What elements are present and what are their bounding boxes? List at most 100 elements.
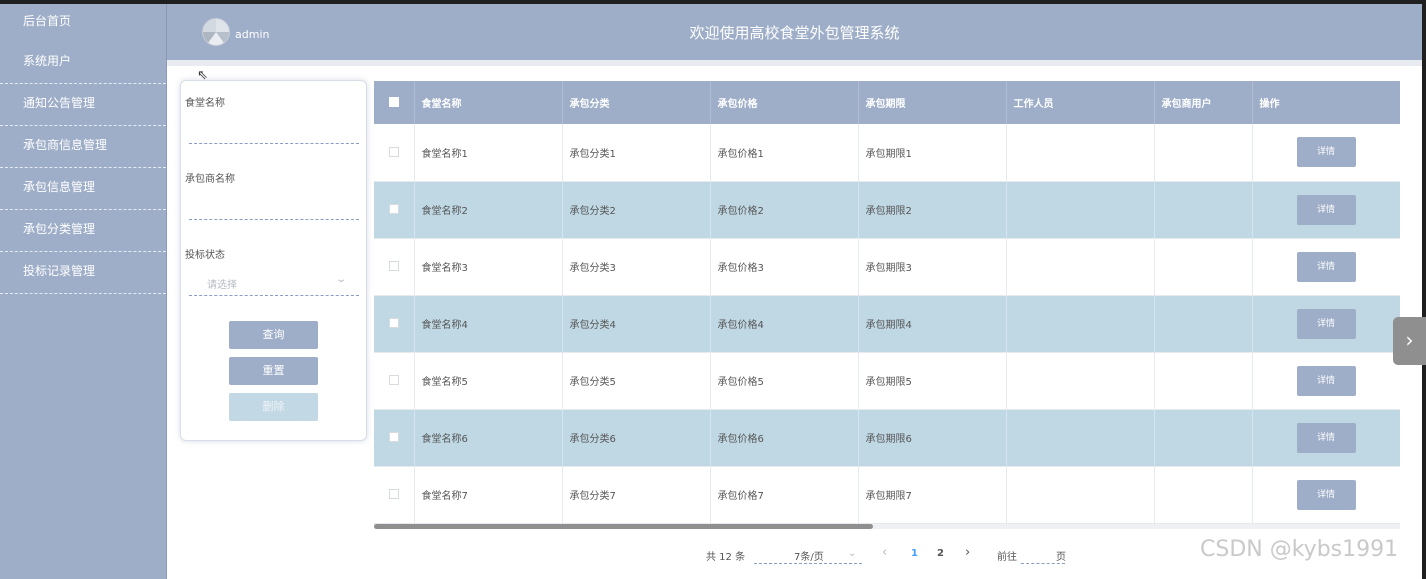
cell: 食堂名称5: [414, 352, 563, 410]
detail-button[interactable]: 详情: [1296, 194, 1356, 225]
cell: 承包分类1: [562, 124, 711, 182]
cell: [1006, 181, 1155, 239]
cell: 食堂名称6: [414, 409, 563, 467]
cell: 承包价格6: [710, 409, 859, 467]
sidebar-item-notice[interactable]: 通知公告管理: [0, 84, 166, 126]
column-header: 承包价格: [710, 81, 859, 124]
page-number-current[interactable]: 1: [911, 548, 918, 559]
query-button[interactable]: 查询: [229, 321, 318, 349]
cell: 承包价格5: [710, 352, 859, 410]
search-panel: 食堂名称 承包商名称 投标状态 请选择 ⌄ 查询 重置 删除: [180, 80, 367, 441]
cell: [1154, 352, 1253, 410]
cell: [1006, 352, 1155, 410]
column-header: 承包商用户: [1154, 81, 1253, 124]
row-checkbox[interactable]: [374, 466, 415, 524]
column-header: 工作人员: [1006, 81, 1155, 124]
cell: 食堂名称4: [414, 295, 563, 353]
cell: [1154, 238, 1253, 296]
detail-button[interactable]: 详情: [1296, 422, 1356, 453]
cell: 承包分类7: [562, 466, 711, 524]
watermark: CSDN @kybs1991: [1200, 537, 1399, 562]
table-row: 食堂名称5 承包分类5 承包价格5 承包期限5 详情: [374, 352, 1400, 410]
sidebar-item-contractor-info[interactable]: 承包商信息管理: [0, 126, 166, 168]
cell: 食堂名称2: [414, 181, 563, 239]
table-row: 食堂名称1 承包分类1 承包价格1 承包期限1 详情: [374, 124, 1400, 182]
cell: [1006, 238, 1155, 296]
page-size-value[interactable]: 7条/页: [794, 548, 824, 563]
cell: [1154, 295, 1253, 353]
cell: 承包分类2: [562, 181, 711, 239]
page-number[interactable]: 2: [937, 548, 944, 559]
cell: [1154, 466, 1253, 524]
reset-button[interactable]: 重置: [229, 357, 318, 385]
goto-suffix: 页: [1056, 552, 1066, 563]
detail-button[interactable]: 详情: [1296, 308, 1356, 339]
sidebar-item-home[interactable]: 后台首页: [0, 4, 166, 42]
column-header: 承包分类: [562, 81, 711, 124]
cell: 承包价格1: [710, 124, 859, 182]
actions-cell: 详情: [1252, 295, 1400, 353]
table-row: 食堂名称2 承包分类2 承包价格2 承包期限2 详情: [374, 181, 1400, 239]
cell: 食堂名称7: [414, 466, 563, 524]
contractor-name-input[interactable]: [189, 219, 359, 220]
detail-button[interactable]: 详情: [1296, 365, 1356, 396]
app-window: 后台首页 系统用户 通知公告管理 承包商信息管理 承包信息管理 承包分类管理 投…: [0, 0, 1426, 579]
checkbox-icon[interactable]: [388, 146, 399, 157]
cell: [1154, 124, 1253, 182]
cell: [1006, 466, 1155, 524]
cell: [1154, 181, 1253, 239]
detail-button[interactable]: 详情: [1296, 479, 1356, 510]
goto-label: 前往: [997, 552, 1017, 563]
actions-cell: 详情: [1252, 124, 1400, 182]
cell: 承包价格2: [710, 181, 859, 239]
cell: 承包分类4: [562, 295, 711, 353]
chevron-right-icon[interactable]: ›: [1393, 317, 1426, 365]
checkbox-icon[interactable]: [388, 261, 399, 271]
sidebar-item-contract-category[interactable]: 承包分类管理: [0, 210, 166, 252]
detail-button[interactable]: 详情: [1296, 137, 1356, 168]
page-title: 欢迎使用高校食堂外包管理系统: [689, 24, 900, 42]
chevron-down-icon[interactable]: ⌄: [335, 274, 347, 285]
row-checkbox[interactable]: [374, 124, 415, 182]
checkbox-icon[interactable]: [388, 375, 399, 385]
prev-page-icon[interactable]: ‹: [882, 545, 887, 560]
actions-cell: 详情: [1252, 238, 1400, 296]
scrollbar-thumb[interactable]: [374, 524, 873, 529]
cell: 承包期限5: [858, 352, 1007, 410]
delete-button[interactable]: 删除: [229, 393, 318, 421]
checkbox-icon[interactable]: [388, 432, 399, 442]
sidebar-item-system-users[interactable]: 系统用户: [0, 42, 166, 84]
bid-status-select[interactable]: 请选择: [207, 276, 237, 291]
row-checkbox[interactable]: [374, 181, 415, 239]
checkbox-icon[interactable]: [388, 204, 399, 214]
canteen-name-input[interactable]: [189, 143, 359, 144]
column-header: 食堂名称: [414, 81, 563, 124]
cell: [1154, 409, 1253, 467]
detail-button[interactable]: 详情: [1296, 251, 1356, 282]
horizontal-scrollbar[interactable]: [374, 524, 1400, 529]
sidebar-item-bid-records[interactable]: 投标记录管理: [0, 252, 166, 294]
next-page-icon[interactable]: ›: [965, 545, 970, 560]
top-header: admin 欢迎使用高校食堂外包管理系统: [167, 4, 1422, 60]
cell: 承包期限6: [858, 409, 1007, 467]
main-content: 食堂名称 承包商名称 投标状态 请选择 ⌄ 查询 重置 删除 食堂名称 承包分类…: [167, 66, 1422, 579]
cell: 承包期限2: [858, 181, 1007, 239]
checkbox-icon[interactable]: [388, 489, 399, 499]
cell: 承包期限4: [858, 295, 1007, 353]
row-checkbox[interactable]: [374, 238, 415, 296]
checkbox-icon[interactable]: [388, 97, 399, 107]
actions-cell: 详情: [1252, 409, 1400, 467]
row-checkbox[interactable]: [374, 352, 415, 410]
page-size-select[interactable]: 7条/页 ⌄: [754, 546, 862, 564]
row-checkbox[interactable]: [374, 295, 415, 353]
checkbox-icon[interactable]: [388, 318, 399, 328]
canteen-name-label: 食堂名称: [185, 98, 225, 109]
cell: 承包价格7: [710, 466, 859, 524]
row-checkbox[interactable]: [374, 409, 415, 467]
column-header: 承包期限: [858, 81, 1007, 124]
select-all-checkbox[interactable]: [374, 81, 415, 124]
sidebar-item-contract-info[interactable]: 承包信息管理: [0, 168, 166, 210]
actions-cell: 详情: [1252, 352, 1400, 410]
cell: 食堂名称3: [414, 238, 563, 296]
chevron-down-icon[interactable]: ⌄: [848, 548, 856, 559]
